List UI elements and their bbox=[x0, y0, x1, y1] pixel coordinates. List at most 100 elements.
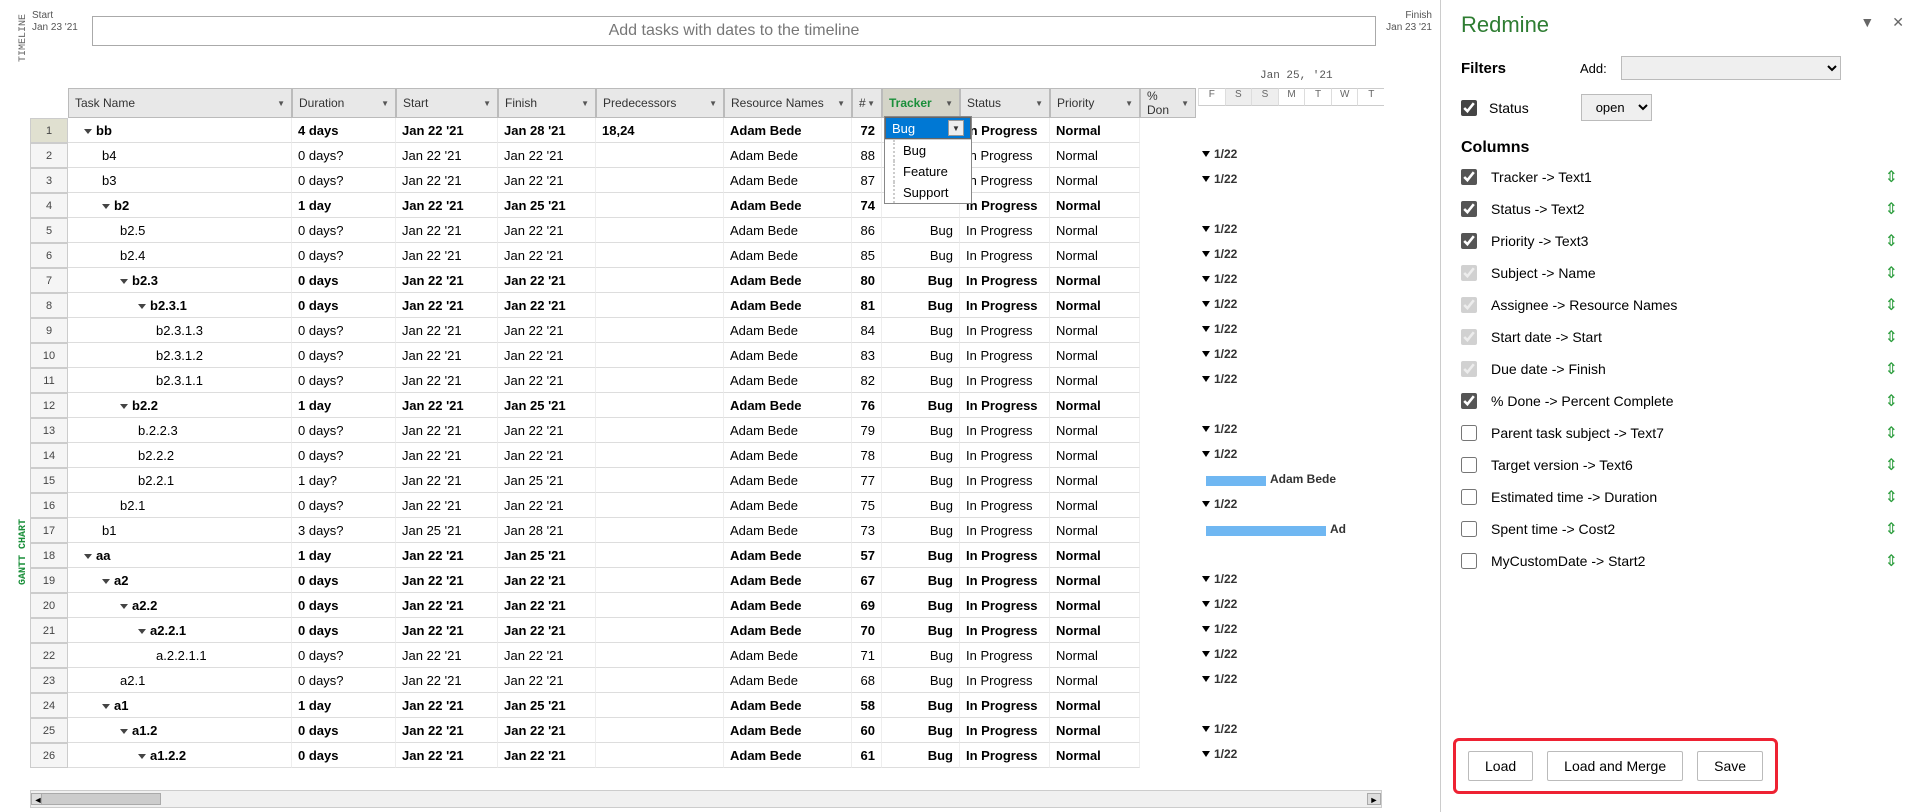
cell-duration[interactable]: 0 days? bbox=[292, 343, 396, 368]
drag-handle-icon[interactable]: ⇕ bbox=[1885, 359, 1898, 379]
cell-finish[interactable]: Jan 22 '21 bbox=[498, 618, 596, 643]
cell-priority[interactable]: Normal bbox=[1050, 518, 1140, 543]
cell-task_name[interactable]: b2.2.2 bbox=[68, 443, 292, 468]
cell-predecessors[interactable] bbox=[596, 243, 724, 268]
cell-finish[interactable]: Jan 22 '21 bbox=[498, 718, 596, 743]
cell-tracker[interactable]: Bug bbox=[882, 543, 960, 568]
expand-caret-icon[interactable] bbox=[138, 629, 146, 634]
cell-finish[interactable]: Jan 25 '21 bbox=[498, 693, 596, 718]
expand-caret-icon[interactable] bbox=[120, 729, 128, 734]
cell-duration[interactable]: 1 day bbox=[292, 693, 396, 718]
column-checkbox[interactable] bbox=[1461, 169, 1477, 185]
cell-tracker[interactable]: Bug bbox=[882, 568, 960, 593]
row-number[interactable]: 6 bbox=[30, 243, 68, 268]
cell-finish[interactable]: Jan 25 '21 bbox=[498, 393, 596, 418]
cell-priority[interactable]: Normal bbox=[1050, 718, 1140, 743]
tracker-dropdown-selected[interactable]: Bug ▼ bbox=[885, 117, 971, 139]
cell-duration[interactable]: 0 days bbox=[292, 268, 396, 293]
cell-start[interactable]: Jan 22 '21 bbox=[396, 343, 498, 368]
cell-resource_names[interactable]: Adam Bede bbox=[724, 643, 852, 668]
cell-duration[interactable]: 0 days? bbox=[292, 643, 396, 668]
cell-start[interactable]: Jan 25 '21 bbox=[396, 518, 498, 543]
gantt-milestone-icon[interactable] bbox=[1202, 676, 1210, 682]
cell-task_name[interactable]: b1 bbox=[68, 518, 292, 543]
cell-task_name[interactable]: aa bbox=[68, 543, 292, 568]
column-header-resource_names[interactable]: Resource Names▼ bbox=[724, 88, 852, 118]
gantt-milestone-icon[interactable] bbox=[1202, 426, 1210, 432]
cell-task_name[interactable]: b4 bbox=[68, 143, 292, 168]
expand-caret-icon[interactable] bbox=[120, 604, 128, 609]
tracker-option[interactable]: Feature bbox=[893, 161, 971, 182]
cell-status[interactable]: In Progress bbox=[960, 418, 1050, 443]
gantt-milestone-icon[interactable] bbox=[1202, 176, 1210, 182]
cell-num[interactable]: 82 bbox=[852, 368, 882, 393]
cell-duration[interactable]: 0 days? bbox=[292, 168, 396, 193]
gantt-milestone-icon[interactable] bbox=[1202, 501, 1210, 507]
chevron-down-icon[interactable]: ▼ bbox=[381, 99, 389, 108]
cell-predecessors[interactable] bbox=[596, 468, 724, 493]
cell-status[interactable]: In Progress bbox=[960, 718, 1050, 743]
cell-num[interactable]: 68 bbox=[852, 668, 882, 693]
cell-finish[interactable]: Jan 22 '21 bbox=[498, 643, 596, 668]
cell-predecessors[interactable] bbox=[596, 668, 724, 693]
row-number[interactable]: 16 bbox=[30, 493, 68, 518]
horizontal-scrollbar[interactable]: ◄ ► bbox=[30, 790, 1382, 808]
cell-finish[interactable]: Jan 22 '21 bbox=[498, 318, 596, 343]
cell-priority[interactable]: Normal bbox=[1050, 543, 1140, 568]
column-checkbox[interactable] bbox=[1461, 233, 1477, 249]
cell-task_name[interactable]: b2.3.1.2 bbox=[68, 343, 292, 368]
column-header-finish[interactable]: Finish▼ bbox=[498, 88, 596, 118]
cell-predecessors[interactable] bbox=[596, 593, 724, 618]
cell-start[interactable]: Jan 22 '21 bbox=[396, 168, 498, 193]
cell-status[interactable]: In Progress bbox=[960, 368, 1050, 393]
cell-num[interactable]: 74 bbox=[852, 193, 882, 218]
cell-resource_names[interactable]: Adam Bede bbox=[724, 143, 852, 168]
cell-task_name[interactable]: b2.2.1 bbox=[68, 468, 292, 493]
cell-finish[interactable]: Jan 25 '21 bbox=[498, 543, 596, 568]
gantt-milestone-icon[interactable] bbox=[1202, 376, 1210, 382]
chevron-down-icon[interactable]: ▼ bbox=[709, 99, 717, 108]
cell-num[interactable]: 72 bbox=[852, 118, 882, 143]
cell-num[interactable]: 88 bbox=[852, 143, 882, 168]
cell-start[interactable]: Jan 22 '21 bbox=[396, 743, 498, 768]
row-number[interactable]: 17 bbox=[30, 518, 68, 543]
cell-resource_names[interactable]: Adam Bede bbox=[724, 493, 852, 518]
cell-status[interactable]: In Progress bbox=[960, 168, 1050, 193]
gantt-milestone-icon[interactable] bbox=[1202, 576, 1210, 582]
expand-caret-icon[interactable] bbox=[84, 554, 92, 559]
cell-num[interactable]: 79 bbox=[852, 418, 882, 443]
cell-predecessors[interactable] bbox=[596, 543, 724, 568]
row-number[interactable]: 23 bbox=[30, 668, 68, 693]
cell-duration[interactable]: 0 days? bbox=[292, 668, 396, 693]
cell-num[interactable]: 86 bbox=[852, 218, 882, 243]
gantt-milestone-icon[interactable] bbox=[1202, 151, 1210, 157]
cell-priority[interactable]: Normal bbox=[1050, 593, 1140, 618]
gantt-milestone-icon[interactable] bbox=[1202, 326, 1210, 332]
cell-priority[interactable]: Normal bbox=[1050, 268, 1140, 293]
chevron-down-icon[interactable]: ▼ bbox=[1125, 99, 1133, 108]
cell-resource_names[interactable]: Adam Bede bbox=[724, 168, 852, 193]
tracker-option[interactable]: Support bbox=[893, 182, 971, 203]
cell-num[interactable]: 80 bbox=[852, 268, 882, 293]
cell-duration[interactable]: 0 days bbox=[292, 593, 396, 618]
cell-status[interactable]: In Progress bbox=[960, 643, 1050, 668]
cell-finish[interactable]: Jan 22 '21 bbox=[498, 243, 596, 268]
row-number[interactable]: 18 bbox=[30, 543, 68, 568]
cell-num[interactable]: 73 bbox=[852, 518, 882, 543]
cell-priority[interactable]: Normal bbox=[1050, 743, 1140, 768]
row-number[interactable]: 12 bbox=[30, 393, 68, 418]
cell-priority[interactable]: Normal bbox=[1050, 143, 1140, 168]
cell-tracker[interactable]: Bug bbox=[882, 443, 960, 468]
gantt-milestone-icon[interactable] bbox=[1202, 451, 1210, 457]
cell-task_name[interactable]: b2.1 bbox=[68, 493, 292, 518]
cell-predecessors[interactable] bbox=[596, 518, 724, 543]
column-header-predecessors[interactable]: Predecessors▼ bbox=[596, 88, 724, 118]
column-checkbox[interactable] bbox=[1461, 201, 1477, 217]
cell-predecessors[interactable] bbox=[596, 618, 724, 643]
cell-finish[interactable]: Jan 22 '21 bbox=[498, 368, 596, 393]
cell-resource_names[interactable]: Adam Bede bbox=[724, 443, 852, 468]
expand-caret-icon[interactable] bbox=[120, 279, 128, 284]
cell-task_name[interactable]: a1.2.2 bbox=[68, 743, 292, 768]
cell-resource_names[interactable]: Adam Bede bbox=[724, 218, 852, 243]
cell-start[interactable]: Jan 22 '21 bbox=[396, 193, 498, 218]
